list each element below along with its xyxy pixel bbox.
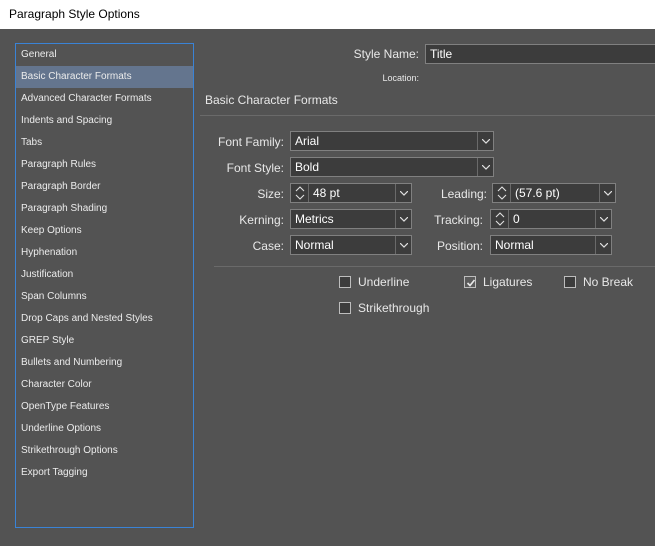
tracking-label: Tracking: xyxy=(434,213,483,227)
font-family-value: Arial xyxy=(295,134,320,148)
case-value: Normal xyxy=(295,238,334,252)
sidebar-item-bullets-and-numbering[interactable]: Bullets and Numbering xyxy=(16,352,193,374)
sidebar-item-paragraph-rules[interactable]: Paragraph Rules xyxy=(16,154,193,176)
stepper-icon[interactable] xyxy=(491,210,509,228)
stepper-icon[interactable] xyxy=(493,184,511,202)
font-family-dropdown[interactable]: Arial xyxy=(290,131,494,151)
sidebar-item-hyphenation[interactable]: Hyphenation xyxy=(16,242,193,264)
chevron-down-icon[interactable] xyxy=(477,132,493,150)
sidebar-item-grep-style[interactable]: GREP Style xyxy=(16,330,193,352)
sidebar-item-paragraph-shading[interactable]: Paragraph Shading xyxy=(16,198,193,220)
leading-combobox[interactable]: (57.6 pt) xyxy=(492,183,616,203)
no-break-label: No Break xyxy=(583,275,634,289)
ligatures-checkbox[interactable] xyxy=(464,276,476,288)
chevron-down-icon[interactable] xyxy=(599,184,615,202)
kerning-value: Metrics xyxy=(295,212,334,226)
stepper-icon[interactable] xyxy=(291,184,309,202)
font-style-dropdown[interactable]: Bold xyxy=(290,157,494,177)
case-label: Case: xyxy=(252,239,284,253)
sidebar-item-opentype-features[interactable]: OpenType Features xyxy=(16,396,193,418)
position-value: Normal xyxy=(495,238,534,252)
section-divider xyxy=(200,115,655,116)
size-value: 48 pt xyxy=(313,186,340,200)
chevron-down-icon[interactable] xyxy=(395,236,411,254)
sidebar-item-justification[interactable]: Justification xyxy=(16,264,193,286)
font-family-label: Font Family: xyxy=(217,135,284,149)
category-list: General Basic Character Formats Advanced… xyxy=(15,43,194,528)
sidebar-item-indents-and-spacing[interactable]: Indents and Spacing xyxy=(16,110,193,132)
sidebar-item-paragraph-border[interactable]: Paragraph Border xyxy=(16,176,193,198)
size-label: Size: xyxy=(257,187,284,201)
chevron-down-icon[interactable] xyxy=(595,210,611,228)
sidebar-item-underline-options[interactable]: Underline Options xyxy=(16,418,193,440)
chevron-down-icon[interactable] xyxy=(395,184,411,202)
underline-checkbox[interactable] xyxy=(339,276,351,288)
style-name-input[interactable]: Title xyxy=(425,44,655,64)
no-break-checkbox[interactable] xyxy=(564,276,576,288)
chevron-down-icon[interactable] xyxy=(595,236,611,254)
kerning-dropdown[interactable]: Metrics xyxy=(290,209,412,229)
case-dropdown[interactable]: Normal xyxy=(290,235,412,255)
chevron-down-icon[interactable] xyxy=(395,210,411,228)
kerning-label: Kerning: xyxy=(239,213,284,227)
sidebar-item-advanced-character-formats[interactable]: Advanced Character Formats xyxy=(16,88,193,110)
position-dropdown[interactable]: Normal xyxy=(490,235,612,255)
leading-value: (57.6 pt) xyxy=(515,186,560,200)
sidebar-item-character-color[interactable]: Character Color xyxy=(16,374,193,396)
sidebar-item-export-tagging[interactable]: Export Tagging xyxy=(16,462,193,484)
sidebar-item-tabs[interactable]: Tabs xyxy=(16,132,193,154)
leading-label: Leading: xyxy=(440,187,487,201)
size-combobox[interactable]: 48 pt xyxy=(290,183,412,203)
sidebar-item-keep-options[interactable]: Keep Options xyxy=(16,220,193,242)
section-title: Basic Character Formats xyxy=(205,93,338,107)
strikethrough-label: Strikethrough xyxy=(358,301,430,315)
font-style-label: Font Style: xyxy=(226,161,284,175)
style-name-value: Title xyxy=(430,47,453,61)
strikethrough-checkbox[interactable] xyxy=(339,302,351,314)
font-style-value: Bold xyxy=(295,160,320,174)
tracking-combobox[interactable]: 0 xyxy=(490,209,612,229)
options-divider xyxy=(214,266,655,267)
sidebar-item-general[interactable]: General xyxy=(16,44,193,66)
sidebar-item-basic-character-formats[interactable]: Basic Character Formats xyxy=(16,66,193,88)
window-title: Paragraph Style Options xyxy=(0,0,655,29)
chevron-down-icon[interactable] xyxy=(477,158,493,176)
tracking-value: 0 xyxy=(513,212,520,226)
location-label: Location: xyxy=(382,73,419,83)
ligatures-label: Ligatures xyxy=(483,275,533,289)
sidebar-item-drop-caps[interactable]: Drop Caps and Nested Styles xyxy=(16,308,193,330)
underline-label: Underline xyxy=(358,275,410,289)
sidebar-item-span-columns[interactable]: Span Columns xyxy=(16,286,193,308)
style-name-label: Style Name: xyxy=(353,47,419,61)
position-label: Position: xyxy=(436,239,483,253)
sidebar-item-strikethrough-options[interactable]: Strikethrough Options xyxy=(16,440,193,462)
checkmark-icon xyxy=(466,279,476,287)
